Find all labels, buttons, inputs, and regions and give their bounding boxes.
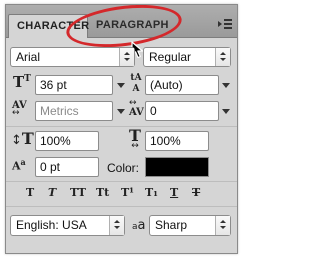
horizontal-scale-icon: T ↔	[129, 126, 141, 151]
strikethrough-button[interactable]: T	[192, 186, 200, 200]
language-dropdown[interactable]: English: USA	[10, 215, 125, 236]
chevron-updown-icon	[215, 48, 230, 66]
tracking-icon: ↔ AV	[129, 98, 144, 118]
character-panel: CHARACTER PARAGRAPH Arial Regular TT 36 …	[5, 4, 238, 254]
leading-field[interactable]: (Auto)	[145, 75, 219, 95]
faux-italic-button[interactable]: T	[48, 186, 56, 200]
vertical-scale-icon: ↕T	[11, 129, 34, 148]
small-caps-button[interactable]: Tt	[96, 186, 109, 200]
kerning-field[interactable]: Metrics	[35, 101, 113, 121]
kerning-icon: AV ↔	[12, 100, 27, 118]
font-size-icon: TT	[13, 73, 31, 91]
antialias-icon: aa	[132, 218, 146, 233]
leading-dropdown-arrow[interactable]	[220, 75, 230, 95]
vertical-scale-field[interactable]: 100%	[35, 131, 99, 151]
horizontal-scale-field[interactable]: 100%	[145, 131, 209, 151]
antialias-dropdown[interactable]: Sharp	[149, 215, 231, 236]
font-size-field[interactable]: 36 pt	[35, 75, 113, 95]
panel-menu-icon[interactable]	[218, 18, 232, 30]
language-value: English: USA	[16, 218, 87, 232]
all-caps-button[interactable]: TT	[70, 186, 86, 200]
font-style-value: Regular	[149, 50, 192, 64]
chevron-updown-icon	[215, 216, 230, 235]
superscript-button[interactable]: T¹	[121, 186, 134, 200]
baseline-shift-field[interactable]: 0 pt	[35, 157, 99, 177]
antialias-value: Sharp	[155, 218, 188, 232]
chevron-updown-icon	[119, 48, 134, 66]
font-size-dropdown-arrow[interactable]	[115, 75, 125, 95]
faux-bold-button[interactable]: T	[26, 186, 34, 200]
font-family-value: Arial	[16, 50, 41, 64]
underline-button[interactable]: T	[170, 186, 178, 200]
chevron-updown-icon	[109, 216, 124, 235]
kerning-dropdown-arrow[interactable]	[115, 101, 125, 121]
divider	[6, 181, 237, 182]
divider	[6, 206, 237, 207]
baseline-shift-icon: Aa	[12, 157, 26, 173]
font-style-dropdown[interactable]: Regular	[143, 47, 231, 67]
divider	[6, 126, 237, 127]
subscript-button[interactable]: T₁	[145, 186, 158, 200]
color-label: Color:	[107, 161, 140, 175]
color-swatch[interactable]	[145, 157, 209, 177]
font-family-dropdown[interactable]: Arial	[10, 47, 135, 67]
leading-icon: tA A	[130, 73, 142, 94]
tracking-field[interactable]: 0	[145, 101, 219, 121]
tracking-dropdown-arrow[interactable]	[220, 101, 230, 121]
